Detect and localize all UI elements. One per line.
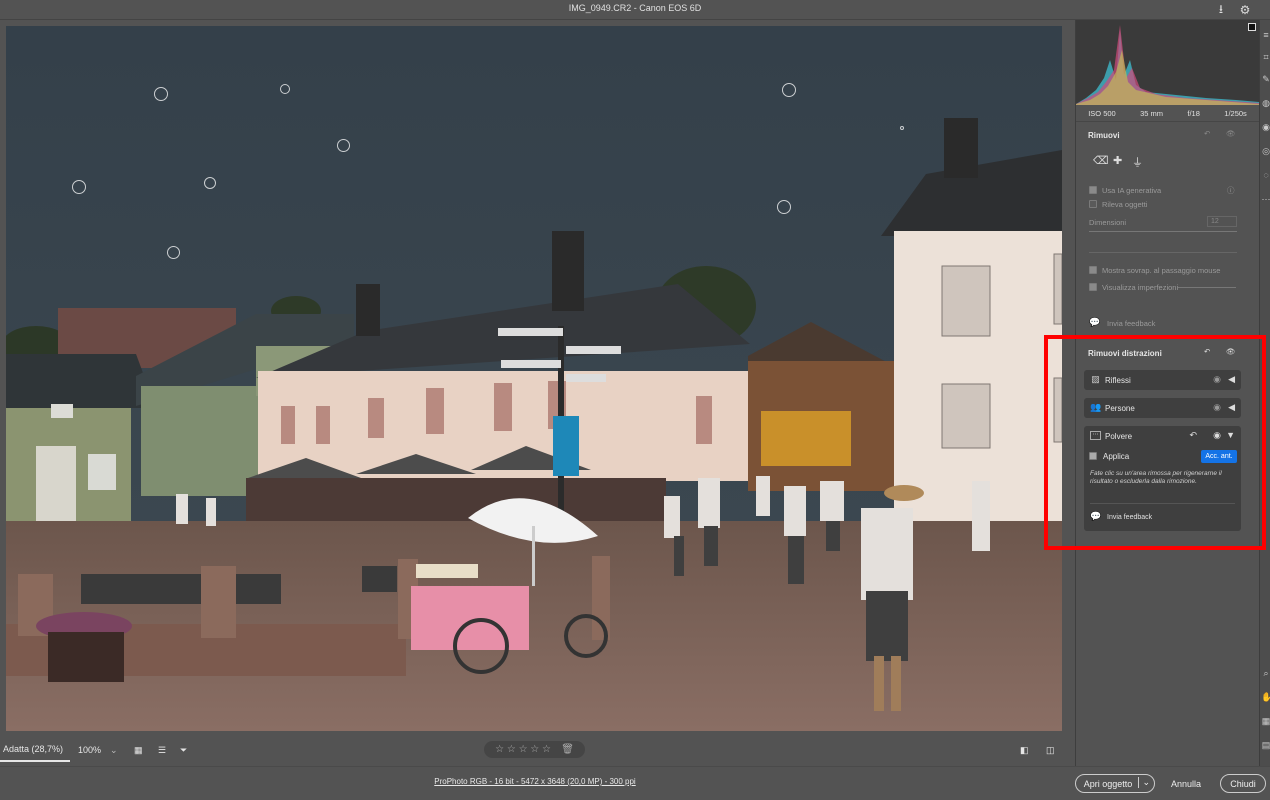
zoom-icon[interactable]: ⌕	[1261, 668, 1270, 678]
photo	[6, 26, 1062, 731]
feedback-link[interactable]: Invia feedback	[1107, 319, 1155, 328]
exif-info: ISO 500 35 mm f/18 1/250s	[1076, 106, 1259, 122]
spot-marker[interactable]	[167, 246, 180, 259]
more-icon[interactable]: ⋯	[1261, 194, 1270, 204]
shutter-speed: 1/250s	[1224, 109, 1247, 118]
size-slider[interactable]	[1089, 231, 1237, 232]
aperture: f/18	[1187, 109, 1200, 118]
detect-objects-label: Rileva oggetti	[1102, 200, 1148, 209]
remove-panel-title: Rimuovi	[1088, 131, 1120, 140]
single-view-icon[interactable]: ◧	[1020, 738, 1034, 762]
info-icon[interactable]: ⓘ	[1227, 185, 1235, 196]
rating-stars[interactable]: ☆ ☆ ☆ ☆ ☆	[495, 744, 551, 755]
spot-marker[interactable]	[782, 83, 796, 97]
size-value-input[interactable]: 12	[1207, 216, 1237, 227]
close-button[interactable]: Chiudi	[1220, 774, 1266, 793]
hand-icon[interactable]: ✋	[1261, 692, 1270, 702]
chevron-down-icon[interactable]: ⌄	[1138, 777, 1150, 788]
histogram-graph	[1076, 25, 1259, 105]
show-overlay-checkbox[interactable]	[1089, 266, 1097, 274]
trash-icon[interactable]: 🗑	[561, 744, 574, 755]
eraser-icon[interactable]: ⌫	[1093, 154, 1109, 167]
gear-icon[interactable]: ⚙	[1236, 1, 1254, 19]
spot-marker[interactable]	[777, 200, 791, 214]
snapshot-icon[interactable]: ◌	[1261, 170, 1270, 180]
status-bar: ProPhoto RGB - 16 bit - 5472 x 3648 (20,…	[0, 766, 1270, 800]
reset-icon[interactable]: ↶	[1204, 129, 1210, 138]
feedback-icon: 💬	[1089, 317, 1101, 327]
zoom-dropdown-icon[interactable]: ⌄	[110, 738, 122, 762]
compare-view-icon[interactable]: ◫	[1046, 738, 1060, 762]
show-overlay-label: Mostra sovrap. al passaggio mouse	[1102, 266, 1221, 275]
filter-icon[interactable]: ⏷	[180, 738, 194, 762]
show-imperfections-checkbox[interactable]	[1089, 283, 1097, 291]
spot-marker[interactable]	[204, 177, 216, 189]
presets-icon[interactable]: ◎	[1261, 146, 1270, 156]
star-rating[interactable]: ☆ ☆ ☆ ☆ ☆ 🗑	[484, 741, 585, 758]
redeye-icon[interactable]: ◉	[1261, 122, 1270, 132]
open-object-label: Apri oggetto	[1083, 778, 1133, 789]
detect-objects-checkbox[interactable]	[1089, 200, 1097, 208]
show-imperfections-label: Visualizza imperfezioni	[1102, 283, 1179, 292]
sort-icon[interactable]: ☰	[158, 738, 172, 762]
histogram	[1076, 20, 1259, 105]
spot-marker[interactable]	[280, 84, 290, 94]
edit-icon[interactable]: ≡	[1261, 30, 1270, 40]
heal-icon[interactable]: ✚	[1113, 154, 1122, 167]
clone-stamp-icon[interactable]: ⏚	[1132, 154, 1143, 170]
title-bar: IMG_0949.CR2 - Canon EOS 6D ⭳ ⚙	[0, 0, 1270, 20]
use-ai-label: Usa IA generativa	[1102, 186, 1162, 195]
focal-length: 35 mm	[1140, 109, 1164, 118]
imperfections-slider[interactable]	[1178, 287, 1236, 288]
mask-icon[interactable]: ◍	[1261, 98, 1270, 108]
clipping-warning-icon[interactable]	[1248, 23, 1256, 31]
spot-marker[interactable]	[154, 87, 168, 101]
window-title: IMG_0949.CR2 - Canon EOS 6D	[568, 3, 702, 13]
divider	[1089, 252, 1237, 253]
cancel-button[interactable]: Annulla	[1166, 774, 1206, 793]
crop-icon[interactable]: ⌗	[1261, 52, 1270, 62]
size-label: Dimensioni	[1089, 218, 1127, 227]
zoom-100-button[interactable]: 100%	[78, 738, 108, 762]
eye-icon[interactable]: 👁	[1226, 129, 1236, 138]
grid-icon[interactable]: ▦	[1261, 716, 1270, 726]
bottom-toolbar: Adatta (28,7%) 100% ⌄ ▦ ☰ ⏷ ☆ ☆ ☆ ☆ ☆ 🗑 …	[0, 738, 1075, 762]
use-ai-checkbox[interactable]	[1089, 186, 1097, 194]
iso-value: ISO 500	[1088, 109, 1116, 118]
workflow-options-link[interactable]: ProPhoto RGB - 16 bit - 5472 x 3648 (20,…	[0, 777, 1070, 786]
spot-marker[interactable]	[72, 180, 86, 194]
remove-tool-icon[interactable]: ✎	[1261, 74, 1270, 84]
image-canvas[interactable]	[6, 26, 1062, 731]
open-object-button[interactable]: Apri oggetto ⌄	[1075, 774, 1155, 793]
before-after-icon[interactable]: ▦	[134, 738, 148, 762]
filmstrip-icon[interactable]: ▤	[1261, 740, 1270, 750]
spot-marker[interactable]	[337, 139, 350, 152]
highlight-box	[1044, 335, 1266, 550]
zoom-fit-button[interactable]: Adatta (28,7%)	[0, 738, 70, 762]
spot-marker[interactable]	[900, 126, 904, 130]
save-icon[interactable]: ⭳	[1212, 1, 1230, 19]
